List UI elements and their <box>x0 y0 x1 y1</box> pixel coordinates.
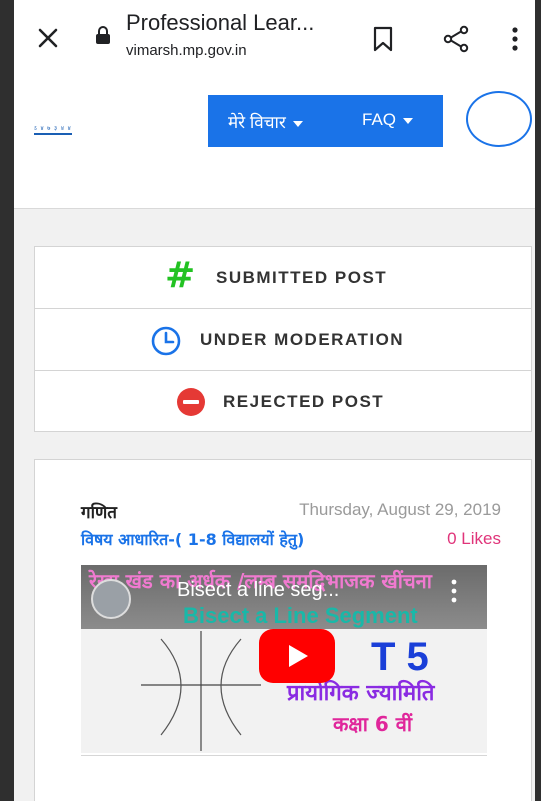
nav-faq-dropdown[interactable]: FAQ <box>362 110 414 130</box>
channel-avatar[interactable] <box>91 579 131 619</box>
status-moderation-label: UNDER MODERATION <box>200 330 405 349</box>
nav-my-thoughts-dropdown[interactable]: मेरे विचार <box>228 110 303 133</box>
clock-icon <box>151 326 181 356</box>
post-date: Thursday, August 29, 2019 <box>299 500 501 519</box>
play-icon <box>289 645 308 667</box>
post-likes[interactable]: 0 Likes <box>447 529 501 549</box>
more-options-icon[interactable] <box>511 26 519 52</box>
status-moderation-row[interactable]: UNDER MODERATION <box>35 309 531 371</box>
video-title[interactable]: Bisect a line seg... <box>177 579 339 602</box>
post-subject: गणित <box>81 503 117 523</box>
nav-my-thoughts-label: मेरे विचार <box>228 113 286 132</box>
nav-faq-label: FAQ <box>362 110 397 129</box>
bookmark-icon[interactable] <box>371 26 395 52</box>
status-rejected-row[interactable]: REJECTED POST <box>35 371 531 433</box>
page-title[interactable]: Professional Lear... <box>126 10 314 36</box>
video-embed[interactable]: रेखा खंड का अर्धक /लम्ब समद्विभाजक खींचन… <box>81 565 487 753</box>
rejected-icon <box>177 388 205 416</box>
caret-down-icon <box>403 117 414 124</box>
site-header: ऽ ४ ७ ३ ४ ४ मेरे विचार FAQ <box>14 76 535 169</box>
browser-screen: Professional Lear... vimarsh.mp.gov.in ऽ… <box>14 0 535 801</box>
youtube-play-button[interactable] <box>259 629 335 683</box>
url-text[interactable]: vimarsh.mp.gov.in <box>126 42 247 59</box>
video-thumb-bisect-text: Bisect a Line Segment <box>183 603 418 628</box>
device-frame-right <box>535 0 541 801</box>
video-thumb-hindi-2: कक्षा 6 वीं <box>333 712 413 736</box>
post-status-panel: # SUBMITTED POST UNDER MODERATION REJECT… <box>34 246 532 432</box>
device-frame-left <box>0 0 14 801</box>
status-submitted-label: SUBMITTED POST <box>216 268 388 287</box>
video-divider <box>81 755 487 756</box>
main-nav: मेरे विचार FAQ <box>208 95 443 147</box>
post-card: गणित Thursday, August 29, 2019 विषय आधार… <box>34 459 532 801</box>
hash-icon: # <box>165 255 196 296</box>
site-logo[interactable]: ऽ ४ ७ ३ ४ ४ <box>34 126 72 135</box>
browser-toolbar: Professional Lear... vimarsh.mp.gov.in <box>14 0 535 77</box>
close-icon[interactable] <box>34 24 62 52</box>
share-icon[interactable] <box>442 25 470 53</box>
video-more-icon[interactable] <box>451 579 457 603</box>
post-category[interactable]: विषय आधारित-( 1-8 विद्यालयों हेतु) <box>81 528 304 550</box>
status-submitted-row[interactable]: # SUBMITTED POST <box>35 247 531 309</box>
lock-icon <box>96 26 110 44</box>
video-thumb-number: T 5 <box>371 635 429 679</box>
header-strip <box>14 168 535 209</box>
status-rejected-label: REJECTED POST <box>223 392 385 411</box>
user-avatar[interactable] <box>466 91 532 147</box>
caret-down-icon <box>292 120 303 127</box>
